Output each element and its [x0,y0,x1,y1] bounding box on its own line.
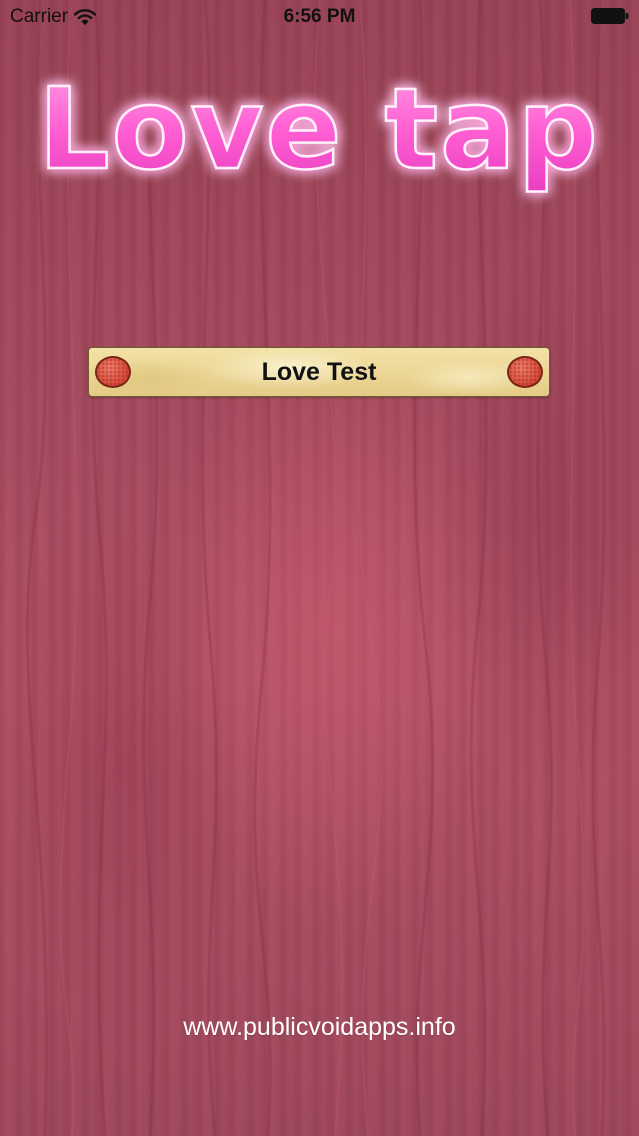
battery-icon [591,8,629,24]
love-test-label: Love Test [261,358,377,386]
red-dot-icon [507,356,543,388]
status-time: 6:56 PM [283,6,356,27]
status-bar: Carrier 6:56 PM [0,0,639,34]
app-logo: Love tap [0,56,639,226]
website-link[interactable]: www.publicvoidapps.info [0,1013,639,1042]
logo-text: Love tap [38,65,600,195]
love-test-button[interactable]: Love Test [88,347,550,397]
